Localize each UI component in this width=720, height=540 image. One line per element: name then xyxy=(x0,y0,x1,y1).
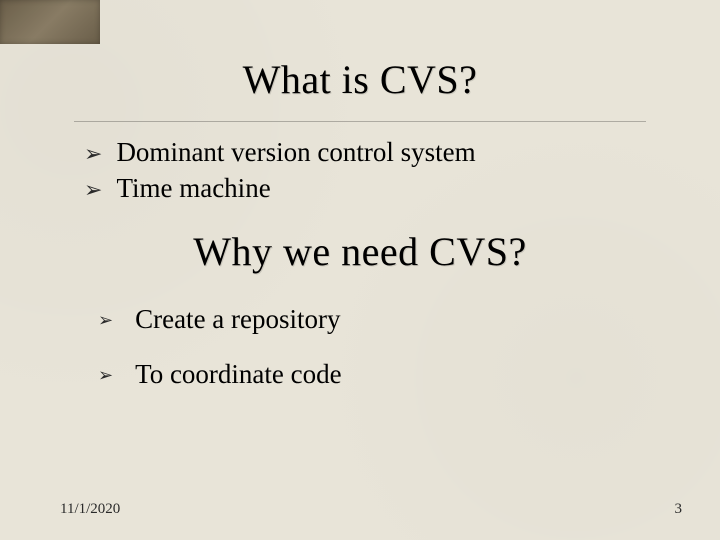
bullet-arrow-icon: ➢ xyxy=(98,309,113,332)
footer-page-number: 3 xyxy=(675,501,683,518)
bullet-list-2: ➢ Create a repository ➢ To coordinate co… xyxy=(98,303,646,393)
list-item: ➢ To coordinate code xyxy=(98,358,646,392)
bullet-text: Dominant version control system xyxy=(116,136,475,170)
bullet-text: To coordinate code xyxy=(135,358,342,392)
heading-2: Why we need CVS? xyxy=(74,228,646,275)
bullet-arrow-icon: ➢ xyxy=(84,176,102,204)
list-item: ➢ Create a repository xyxy=(98,303,646,337)
bullet-text: Time machine xyxy=(116,172,270,206)
bullet-arrow-icon: ➢ xyxy=(98,364,113,387)
footer-date: 11/1/2020 xyxy=(60,501,120,518)
slide-content: What is CVS? ➢ Dominant version control … xyxy=(0,0,720,392)
heading-1: What is CVS? xyxy=(74,56,646,103)
bullet-arrow-icon: ➢ xyxy=(84,140,102,168)
section-2: Why we need CVS? ➢ Create a repository ➢… xyxy=(74,228,646,393)
bullet-list-1: ➢ Dominant version control system ➢ Time… xyxy=(84,136,646,206)
list-item: ➢ Time machine xyxy=(84,172,646,206)
footer: 11/1/2020 3 xyxy=(0,501,720,518)
bullet-text: Create a repository xyxy=(135,303,340,337)
heading-divider xyxy=(74,121,646,122)
list-item: ➢ Dominant version control system xyxy=(84,136,646,170)
